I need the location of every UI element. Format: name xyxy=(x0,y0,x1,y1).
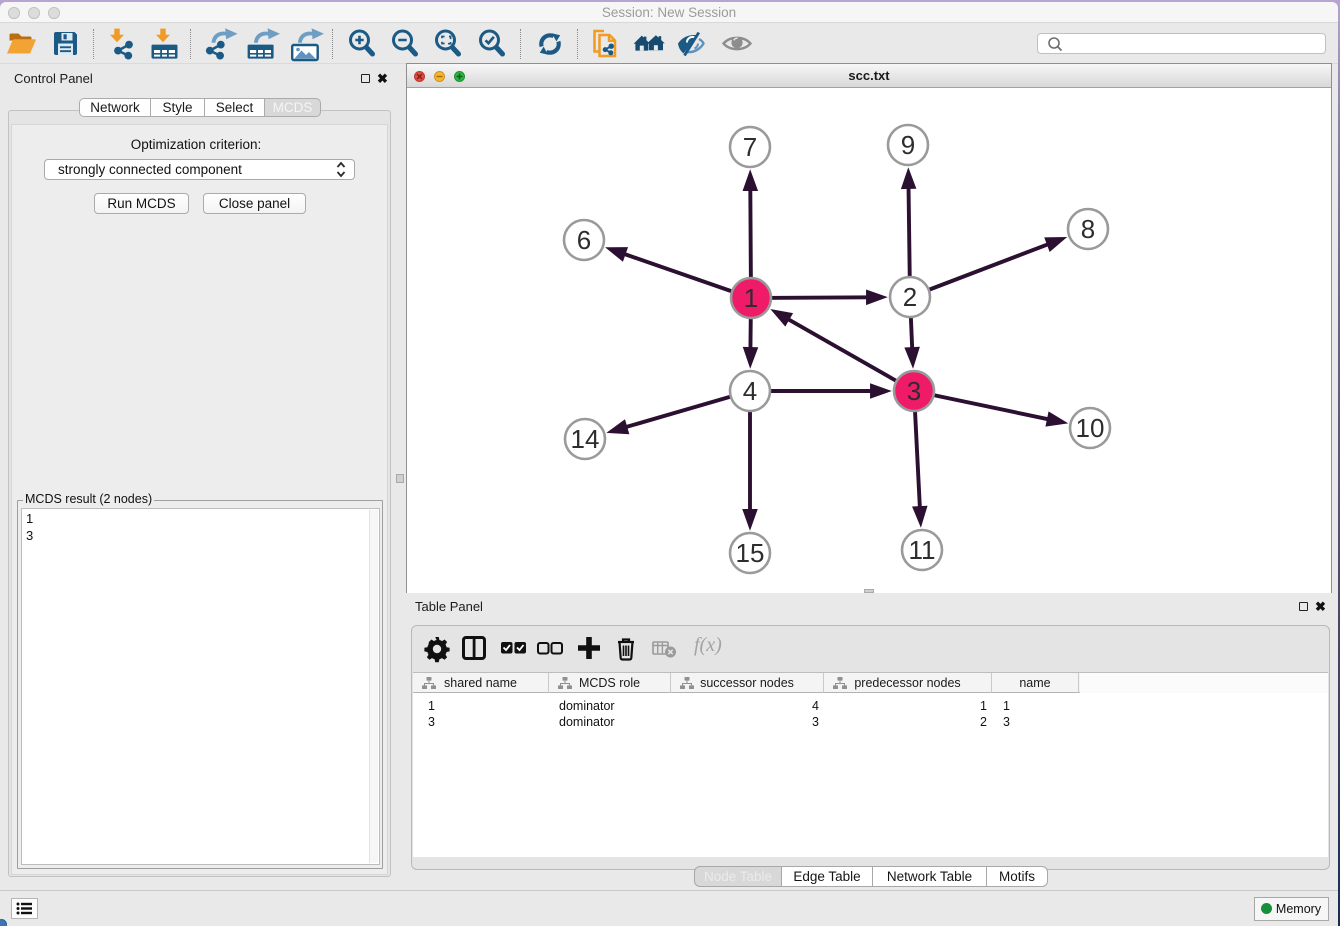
svg-text:6: 6 xyxy=(577,225,591,255)
svg-text:4: 4 xyxy=(743,376,757,406)
svg-text:2: 2 xyxy=(903,282,917,312)
svg-text:11: 11 xyxy=(909,535,936,565)
svg-text:7: 7 xyxy=(743,132,757,162)
svg-text:10: 10 xyxy=(1076,413,1105,443)
svg-text:15: 15 xyxy=(736,538,765,568)
svg-text:8: 8 xyxy=(1081,214,1095,244)
svg-text:14: 14 xyxy=(571,424,600,454)
svg-text:3: 3 xyxy=(907,376,921,406)
svg-text:9: 9 xyxy=(901,130,915,160)
svg-text:1: 1 xyxy=(744,283,758,313)
